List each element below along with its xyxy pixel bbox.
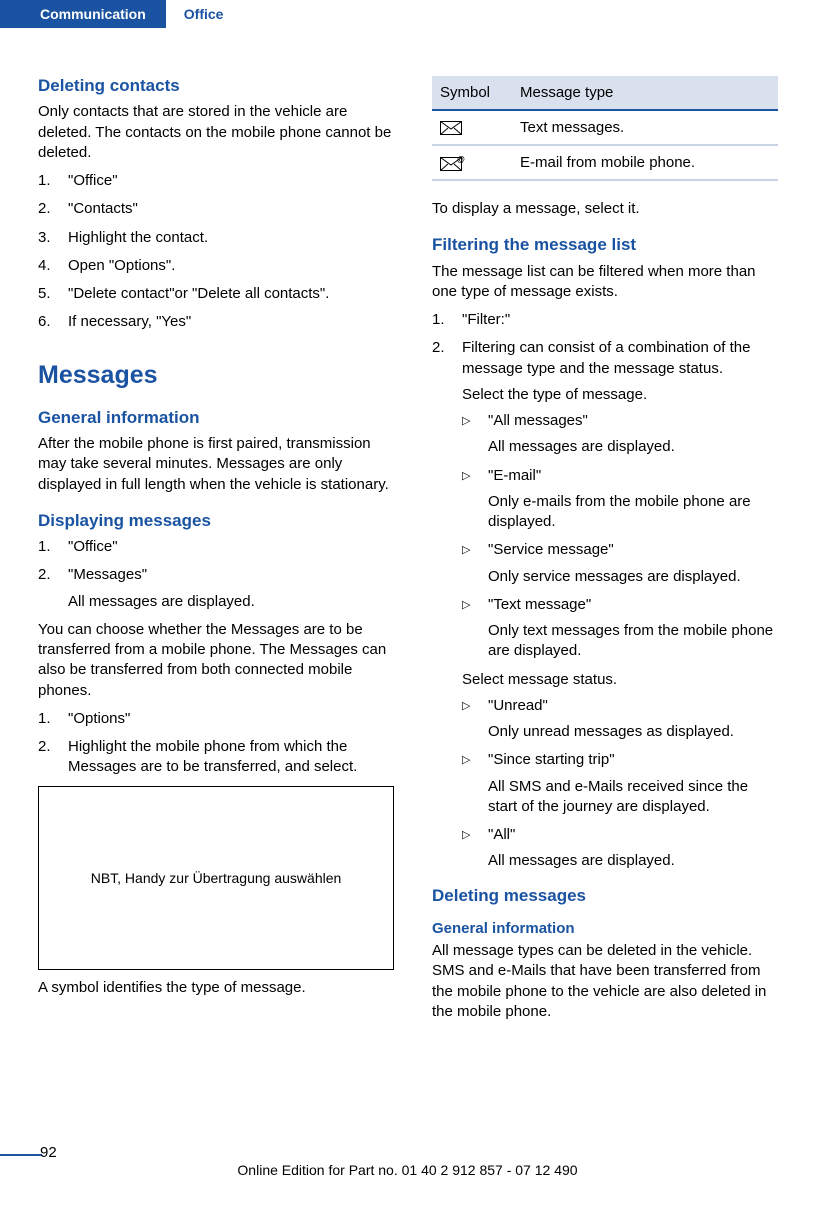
heading-displaying-messages: Displaying messages xyxy=(38,511,396,531)
list-item: "Office" xyxy=(38,537,396,557)
table-header-row: Symbol Message type xyxy=(432,76,778,110)
para-choose: You can choose whether the Messages are … xyxy=(38,620,396,701)
table-row: Text messages. xyxy=(432,110,778,145)
list-item: "Office" xyxy=(38,171,396,191)
para-deleting-contacts: Only contacts that are stored in the veh… xyxy=(38,102,396,163)
heading-general-info: General information xyxy=(38,408,396,428)
list-item: "Options" xyxy=(38,709,396,729)
subheading-general-info-2: General information xyxy=(432,920,778,937)
tab-communication: Communication xyxy=(0,0,166,28)
list-item: Filtering can consist of a combination o… xyxy=(432,338,778,871)
list-item: If necessary, "Yes" xyxy=(38,312,396,332)
image-placeholder: NBT, Handy zur Übertragung auswählen xyxy=(38,786,394,970)
list-item: "All messages"All messages are displayed… xyxy=(462,411,778,458)
steps-deleting: "Office" "Contacts" Highlight the contac… xyxy=(38,171,396,333)
list-item: Highlight the contact. xyxy=(38,228,396,248)
table-row: @ E-mail from mobile phone. xyxy=(432,145,778,180)
page-number: 92 xyxy=(40,1144,57,1161)
status-list: "Unread"Only unread messages as displaye… xyxy=(462,696,778,872)
image-caption: NBT, Handy zur Übertragung auswählen xyxy=(91,870,342,886)
list-item: "Filter:" xyxy=(432,310,778,330)
list-item: Open "Options". xyxy=(38,256,396,276)
list-item: "Messages" All messages are displayed. xyxy=(38,565,396,612)
footer: 92 Online Edition for Part no. 01 40 2 9… xyxy=(0,1154,815,1178)
list-item: "All"All messages are displayed. xyxy=(462,825,778,872)
type-list: "All messages"All messages are displayed… xyxy=(462,411,778,662)
envelope-icon xyxy=(432,110,514,145)
svg-text:@: @ xyxy=(457,155,465,164)
list-item: "Service message"Only service messages a… xyxy=(462,540,778,587)
list-item: Highlight the mobile phone from which th… xyxy=(38,737,396,778)
para-symbol: A symbol identifies the type of message. xyxy=(38,978,396,998)
table-cell: E-mail from mobile phone. xyxy=(514,145,778,180)
steps-display: "Office" "Messages" All messages are dis… xyxy=(38,537,396,612)
footer-rule xyxy=(0,1154,42,1156)
left-column: Deleting contacts Only contacts that are… xyxy=(38,76,396,1030)
list-item: "Unread"Only unread messages as displaye… xyxy=(462,696,778,743)
envelope-at-icon: @ xyxy=(432,145,514,180)
para-general-info-2: All message types can be deleted in the … xyxy=(432,941,778,1022)
content: Deleting contacts Only contacts that are… xyxy=(0,28,815,1030)
right-column: Symbol Message type Text messages. @ E-m… xyxy=(432,76,778,1030)
table-header-symbol: Symbol xyxy=(432,76,514,110)
sub-para: Select the type of message. xyxy=(462,385,778,405)
table-cell: Text messages. xyxy=(514,110,778,145)
list-item: "Since starting trip"All SMS and e-Mails… xyxy=(462,750,778,817)
steps-options: "Options" Highlight the mobile phone fro… xyxy=(38,709,396,778)
list-item: "Text message"Only text messages from th… xyxy=(462,595,778,662)
tab-office: Office xyxy=(166,0,242,28)
heading-messages: Messages xyxy=(38,361,396,390)
sub-para: All messages are displayed. xyxy=(68,592,396,612)
table-header-type: Message type xyxy=(514,76,778,110)
steps-filter: "Filter:" Filtering can consist of a com… xyxy=(432,310,778,872)
para-general-info: After the mobile phone is first paired, … xyxy=(38,434,396,495)
list-item: "Delete contact"or "Delete all contacts"… xyxy=(38,284,396,304)
list-item: "E-mail"Only e-mails from the mobile pho… xyxy=(462,466,778,533)
para-todisplay: To display a message, select it. xyxy=(432,199,778,219)
header-tabs: Communication Office xyxy=(0,0,815,28)
para-filtering: The message list can be filtered when mo… xyxy=(432,262,778,303)
footer-text: Online Edition for Part no. 01 40 2 912 … xyxy=(0,1162,815,1178)
heading-filtering: Filtering the message list xyxy=(432,235,778,255)
sub-para: Select message status. xyxy=(462,670,778,690)
list-item: "Contacts" xyxy=(38,199,396,219)
heading-deleting-contacts: Deleting contacts xyxy=(38,76,396,96)
heading-deleting-messages: Deleting messages xyxy=(432,886,778,906)
symbol-table: Symbol Message type Text messages. @ E-m… xyxy=(432,76,778,181)
